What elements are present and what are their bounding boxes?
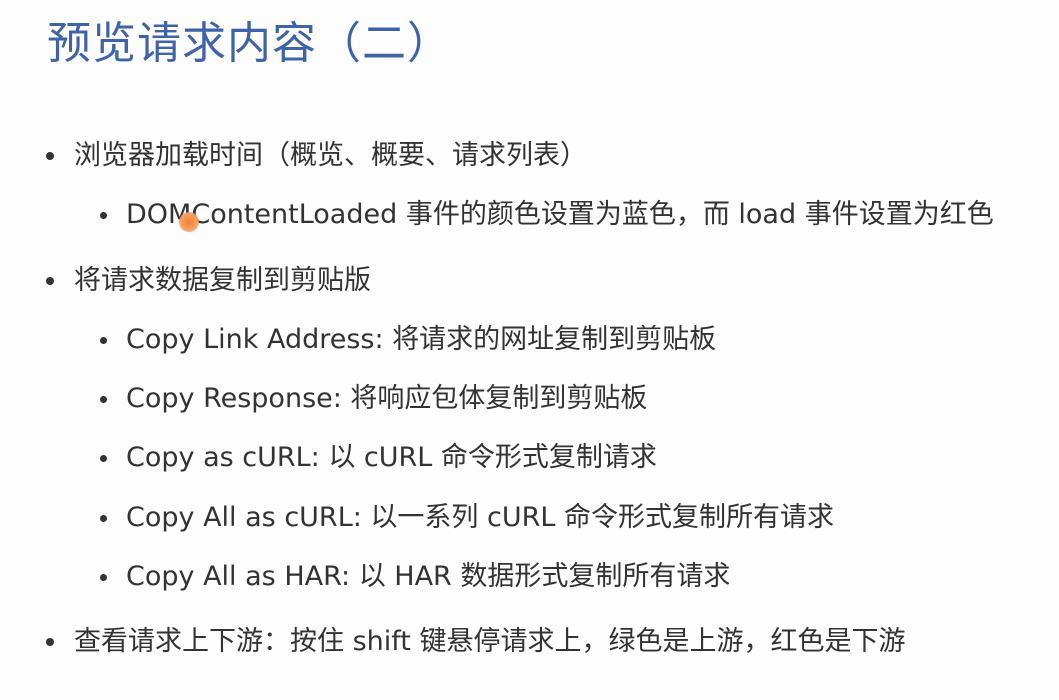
sub-bullet-text: Copy Response: 将响应包体复制到剪贴板 [126, 383, 648, 414]
sub-bullet-text: Copy All as HAR: 以 HAR 数据形式复制所有请求 [126, 561, 731, 592]
bullet-text: 将请求数据复制到剪贴版 [74, 265, 371, 296]
mouse-pointer-highlight [179, 212, 199, 232]
sub-bullet-text: Copy Link Address: 将请求的网址复制到剪贴板 [126, 324, 717, 355]
bullet-dot [46, 277, 54, 285]
sub-bullet-text: DOMContentLoaded 事件的颜色设置为蓝色，而 load 事件设置为… [126, 199, 994, 230]
bullet-text: 浏览器加载时间（概览、概要、请求列表） [74, 140, 587, 171]
bullet-dot [100, 515, 107, 522]
bullet-dot [100, 574, 107, 581]
bullet-dot [46, 638, 54, 646]
bullet-dot [100, 396, 107, 403]
slide-title: 预览请求内容（二） [47, 18, 452, 69]
bullet-text: 查看请求上下游：按住 shift 键悬停请求上，绿色是上游，红色是下游 [74, 626, 906, 657]
slide: 预览请求内容（二） 浏览器加载时间（概览、概要、请求列表） DOMContent… [0, 0, 1059, 700]
bullet-dot [100, 337, 107, 344]
sub-bullet-text: Copy as cURL: 以 cURL 命令形式复制请求 [126, 442, 657, 473]
sub-bullet-text: Copy All as cURL: 以一系列 cURL 命令形式复制所有请求 [126, 502, 834, 533]
bullet-dot [46, 152, 54, 160]
bullet-dot [100, 212, 107, 219]
bullet-dot [100, 455, 107, 462]
